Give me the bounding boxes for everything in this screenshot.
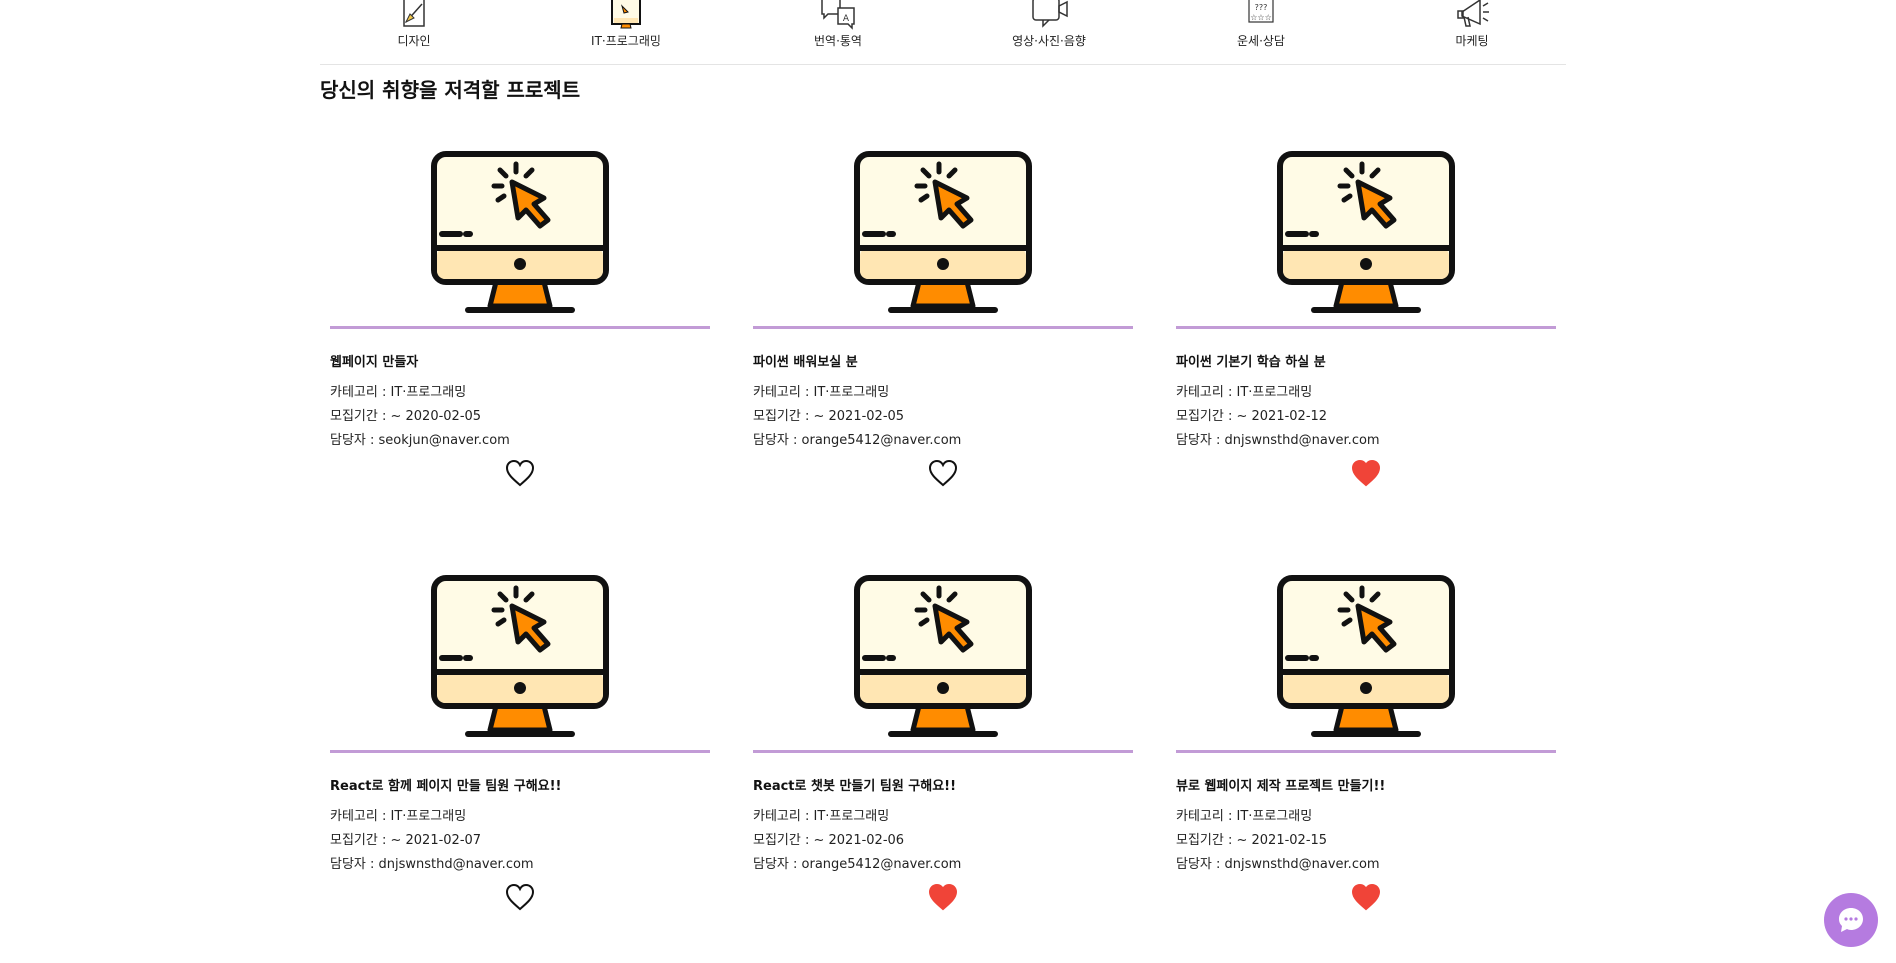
project-title[interactable]: React로 챗봇 만들기 팀원 구해요!! <box>753 775 1133 794</box>
monitor-cursor-icon <box>1277 151 1455 313</box>
project-title[interactable]: 파이썬 배워보실 분 <box>753 351 1133 370</box>
svg-text:A: A <box>843 14 850 24</box>
project-category: 카테고리 : IT·프로그래밍 <box>330 809 467 824</box>
card-divider <box>1176 750 1556 753</box>
heart-outline-icon[interactable] <box>928 459 958 487</box>
category-marketing[interactable]: 마케팅 <box>1392 0 1552 49</box>
project-title[interactable]: 뷰로 웹페이지 제작 프로젝트 만들기!! <box>1176 775 1556 794</box>
project-title[interactable]: 웹페이지 만들자 <box>330 351 710 370</box>
heart-filled-icon[interactable] <box>928 883 958 911</box>
project-category: 카테고리 : IT·프로그래밍 <box>753 385 890 400</box>
project-card[interactable]: React로 함께 페이지 만들 팀원 구해요!! 카테고리 : IT·프로그래… <box>330 566 710 911</box>
design-icon <box>403 0 425 27</box>
category-label: 영상·사진·음향 <box>1012 34 1086 48</box>
project-thumbnail <box>753 142 1133 322</box>
section-title: 당신의 취향을 저격할 프로젝트 <box>320 78 581 102</box>
marketing-icon <box>1457 0 1489 27</box>
monitor-cursor-icon <box>854 575 1032 737</box>
category-design[interactable]: 디자인 <box>334 0 494 49</box>
project-period: 모집기간 : ~ 2021-02-12 <box>1176 409 1328 424</box>
card-divider <box>753 750 1133 753</box>
category-fortune-counseling[interactable]: ??? ☆☆☆ 운세·상담 <box>1181 0 1341 49</box>
monitor-cursor-icon <box>854 151 1032 313</box>
project-thumbnail <box>753 566 1133 746</box>
project-period: 모집기간 : ~ 2021-02-05 <box>753 409 905 424</box>
project-manager: 담당자 : dnjswnsthd@naver.com <box>330 857 534 872</box>
heart-filled-icon[interactable] <box>1351 459 1381 487</box>
project-card[interactable]: 파이썬 배워보실 분 카테고리 : IT·프로그래밍 모집기간 : ~ 2021… <box>753 142 1133 487</box>
card-divider <box>753 326 1133 329</box>
chat-bubble-icon <box>1839 908 1863 932</box>
it-programming-icon <box>611 0 641 29</box>
project-period: 모집기간 : ~ 2021-02-06 <box>753 833 905 848</box>
project-card[interactable]: 뷰로 웹페이지 제작 프로젝트 만들기!! 카테고리 : IT·프로그래밍 모집… <box>1176 566 1556 911</box>
category-video-photo-audio[interactable]: 영상·사진·음향 <box>969 0 1129 49</box>
card-divider <box>330 750 710 753</box>
video-photo-audio-icon <box>1032 0 1068 28</box>
project-manager: 담당자 : orange5412@naver.com <box>753 857 962 872</box>
category-label: 디자인 <box>397 34 431 48</box>
project-card[interactable]: React로 챗봇 만들기 팀원 구해요!! 카테고리 : IT·프로그래밍 모… <box>753 566 1133 911</box>
category-label: 운세·상담 <box>1237 34 1285 48</box>
heart-outline-icon[interactable] <box>505 459 535 487</box>
category-label: 번역·통역 <box>814 34 862 48</box>
project-period: 모집기간 : ~ 2021-02-15 <box>1176 833 1328 848</box>
project-period: 모집기간 : ~ 2021-02-07 <box>330 833 482 848</box>
svg-text:???: ??? <box>1255 3 1268 12</box>
heart-filled-icon[interactable] <box>1351 883 1381 911</box>
card-divider <box>1176 326 1556 329</box>
project-card[interactable]: 웹페이지 만들자 카테고리 : IT·프로그래밍 모집기간 : ~ 2020-0… <box>330 142 710 487</box>
card-divider <box>330 326 710 329</box>
project-manager: 담당자 : dnjswnsthd@naver.com <box>1176 857 1380 872</box>
svg-text:☆☆☆: ☆☆☆ <box>1250 13 1272 22</box>
project-thumbnail <box>330 142 710 322</box>
project-title[interactable]: React로 함께 페이지 만들 팀원 구해요!! <box>330 775 710 794</box>
translation-icon: A <box>821 0 855 30</box>
project-period: 모집기간 : ~ 2020-02-05 <box>330 409 482 424</box>
project-category: 카테고리 : IT·프로그래밍 <box>1176 385 1313 400</box>
project-manager: 담당자 : seokjun@naver.com <box>330 433 510 448</box>
monitor-cursor-icon <box>431 151 609 313</box>
category-label: IT·프로그래밍 <box>591 34 661 48</box>
project-category: 카테고리 : IT·프로그래밍 <box>330 385 467 400</box>
fortune-counseling-icon: ??? ☆☆☆ <box>1248 0 1274 23</box>
heart-outline-icon[interactable] <box>505 883 535 911</box>
project-card[interactable]: 파이썬 기본기 학습 하실 분 카테고리 : IT·프로그래밍 모집기간 : ~… <box>1176 142 1556 487</box>
project-manager: 담당자 : dnjswnsthd@naver.com <box>1176 433 1380 448</box>
category-translation[interactable]: A 번역·통역 <box>758 0 918 49</box>
category-label: 마케팅 <box>1455 34 1489 48</box>
project-category: 카테고리 : IT·프로그래밍 <box>1176 809 1313 824</box>
project-title[interactable]: 파이썬 기본기 학습 하실 분 <box>1176 351 1556 370</box>
category-bar: 디자인 IT·프로그래밍 A 번역·통역 영상·사진·음향 ??? ☆☆☆ 운세… <box>320 0 1566 65</box>
project-thumbnail <box>330 566 710 746</box>
project-manager: 담당자 : orange5412@naver.com <box>753 433 962 448</box>
project-category: 카테고리 : IT·프로그래밍 <box>753 809 890 824</box>
project-thumbnail <box>1176 142 1556 322</box>
chat-button[interactable] <box>1824 893 1878 947</box>
monitor-cursor-icon <box>1277 575 1455 737</box>
category-it-programming[interactable]: IT·프로그래밍 <box>546 0 706 49</box>
project-thumbnail <box>1176 566 1556 746</box>
monitor-cursor-icon <box>431 575 609 737</box>
